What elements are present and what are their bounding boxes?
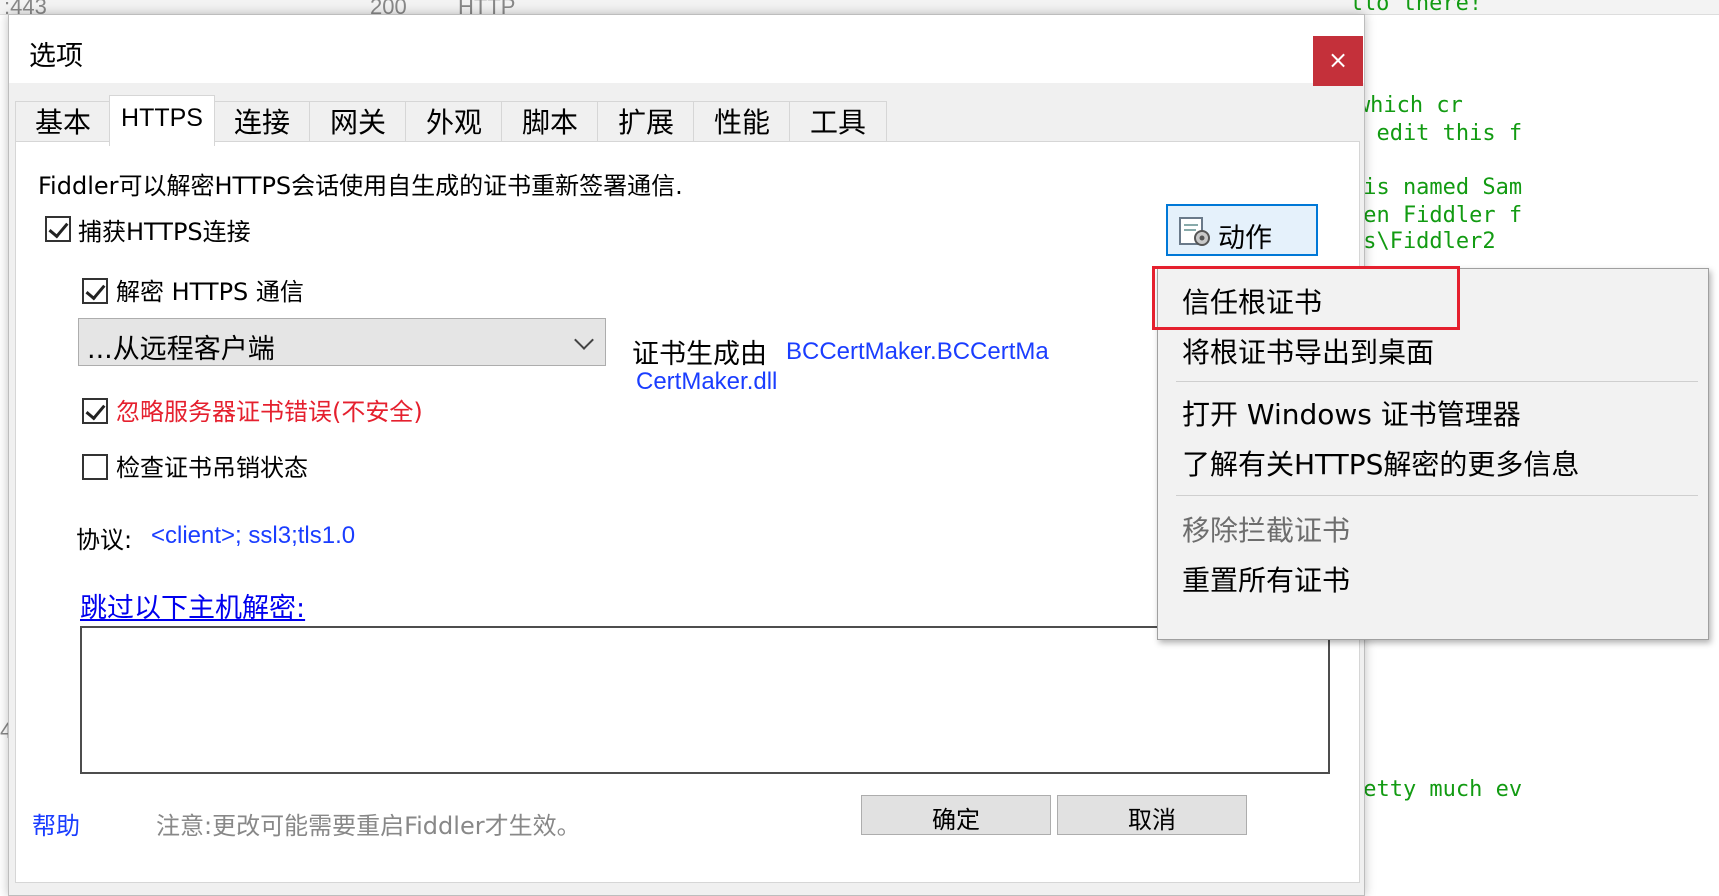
- menu-item-open-cert-manager[interactable]: 打开 Windows 证书管理器: [1182, 393, 1521, 433]
- tab-appearance[interactable]: 外观: [405, 101, 503, 144]
- dialog-title: 选项: [29, 41, 83, 72]
- actions-button[interactable]: 动作: [1166, 204, 1318, 256]
- restart-note: 注意:更改可能需要重启Fiddler才生效。: [156, 812, 581, 840]
- actions-button-label: 动作: [1218, 223, 1272, 254]
- code-line: . You can edit this f: [1350, 121, 1523, 146]
- capture-https-checkbox[interactable]: [45, 216, 71, 242]
- menu-separator: [1176, 495, 1698, 496]
- code-line: \Documents\Fiddler2: [1350, 229, 1496, 254]
- close-button[interactable]: ×: [1313, 36, 1363, 86]
- traffic-source-select[interactable]: ...从远程客户端: [78, 318, 606, 366]
- protocols-label: 协议:: [76, 526, 133, 554]
- tab-gateway[interactable]: 网关: [309, 101, 407, 144]
- cancel-button-label: 取消: [1128, 806, 1176, 834]
- code-line: his file is named Sam: [1363, 175, 1523, 200]
- cert-maker-label: 证书生成由: [632, 339, 767, 370]
- https-description: Fiddler可以解密HTTPS会话使用自生成的证书重新签署通信.: [38, 172, 683, 200]
- tab-extensions[interactable]: 扩展: [597, 101, 695, 144]
- menu-item-export-root[interactable]: 将根证书导出到桌面: [1182, 331, 1434, 371]
- tab-scripting[interactable]: 脚本: [501, 101, 599, 144]
- menu-separator: [1176, 381, 1698, 382]
- skip-decryption-link[interactable]: 跳过以下主机解密:: [80, 586, 305, 625]
- menu-item-remove-certs: 移除拦截证书: [1182, 514, 1351, 547]
- ok-button[interactable]: 确定: [861, 795, 1051, 835]
- tab-performance[interactable]: 性能: [693, 101, 791, 144]
- cert-maker-value[interactable]: BCCertMaker.BCCertMa: [786, 338, 1049, 366]
- tab-basic[interactable]: 基本: [15, 101, 111, 144]
- decrypt-https-checkbox[interactable]: [82, 278, 108, 304]
- certificate-gear-icon: [1179, 217, 1210, 246]
- tab-https[interactable]: HTTPS: [109, 95, 215, 146]
- check-revocation-label: 检查证书吊销状态: [116, 454, 308, 482]
- highlight-box: [1152, 266, 1460, 330]
- tab-tools[interactable]: 工具: [789, 101, 887, 144]
- decrypt-https-label: 解密 HTTPS 通信: [116, 278, 304, 306]
- capture-https-label: 捕获HTTPS连接: [78, 218, 251, 246]
- code-line: class. Pretty much ev: [1350, 777, 1523, 802]
- ignore-cert-errors-label: 忽略服务器证书错误(不安全): [116, 398, 423, 426]
- code-line: // Well, hello there!: [1350, 0, 1483, 16]
- skip-hosts-textarea[interactable]: [80, 626, 1330, 774]
- protocols-value-link[interactable]: <client>; ssl3;tls1.0: [151, 522, 355, 550]
- help-link[interactable]: 帮助: [32, 806, 80, 841]
- ignore-cert-errors-checkbox[interactable]: [82, 398, 108, 424]
- close-icon: ×: [1327, 46, 1349, 74]
- dialog-titlebar[interactable]: 选项: [9, 15, 1364, 83]
- code-line: older. When Fiddler f: [1350, 203, 1523, 228]
- cancel-button[interactable]: 取消: [1057, 795, 1247, 835]
- cert-maker-value-cont[interactable]: CertMaker.dll: [636, 368, 777, 396]
- menu-item-learn-more[interactable]: 了解有关HTTPS解密的更多信息: [1182, 443, 1579, 483]
- menu-item-reset-certs[interactable]: 重置所有证书: [1182, 559, 1350, 599]
- ok-button-label: 确定: [932, 806, 980, 834]
- tab-connections[interactable]: 连接: [213, 101, 311, 144]
- traffic-source-value: ...从远程客户端: [87, 334, 275, 365]
- code-line: Rules file, which cr: [1356, 93, 1463, 118]
- check-revocation-checkbox[interactable]: [82, 454, 108, 480]
- chevron-down-icon: [574, 330, 594, 350]
